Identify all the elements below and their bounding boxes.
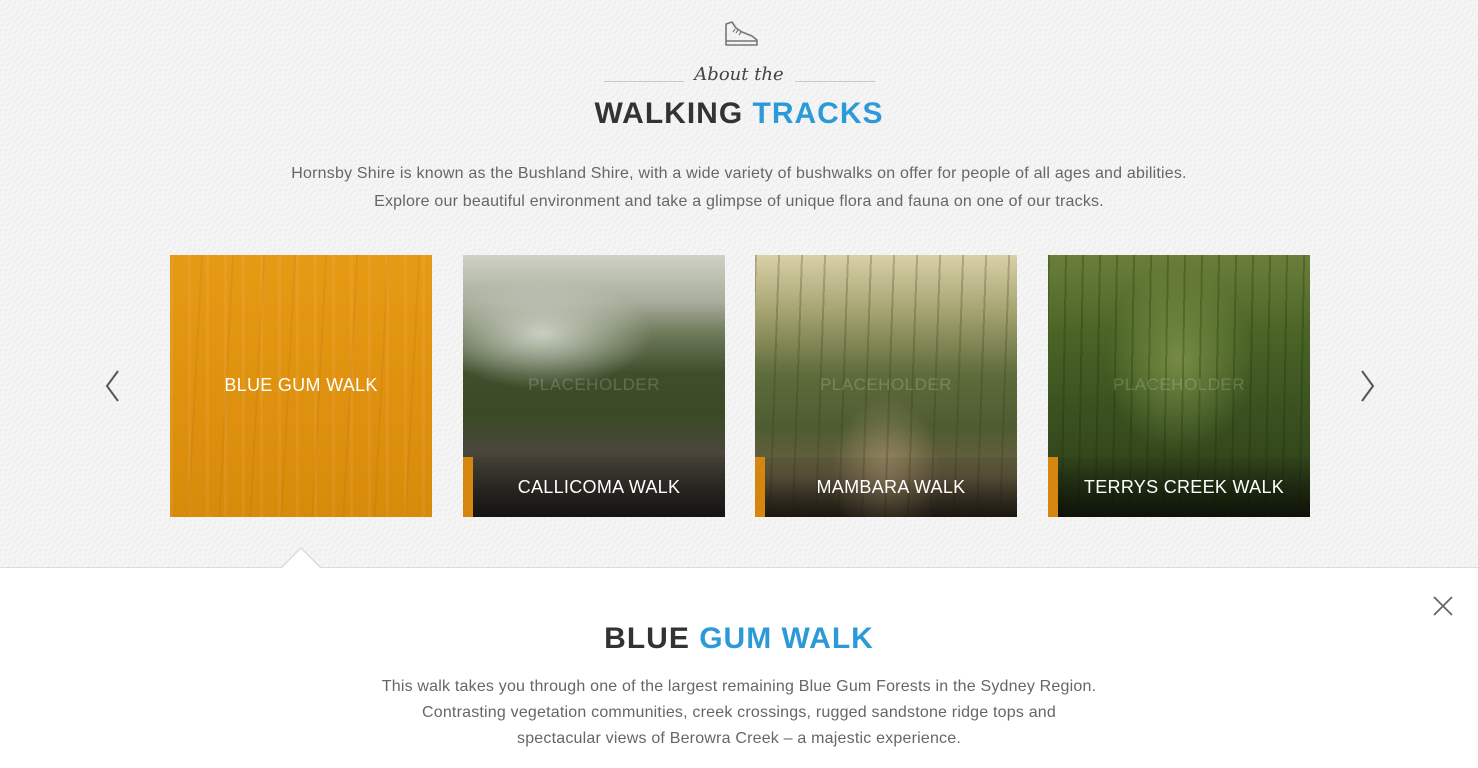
detail-line: spectacular views of Berowra Creek – a m…: [517, 730, 961, 747]
card-label: CALLICOMA WALK: [517, 477, 681, 497]
track-card-terrys-creek[interactable]: PLACEHOLDER TERRYS CREEK WALK: [1048, 255, 1310, 517]
detail-title: BLUE GUM WALK: [0, 622, 1478, 656]
card-label-accent: [1048, 457, 1058, 517]
card-label-accent: [463, 457, 473, 517]
track-detail-panel: BLUE GUM WALK This walk takes you throug…: [0, 567, 1478, 768]
section-title-accent: TRACKS: [752, 97, 884, 130]
track-card-mambara[interactable]: PLACEHOLDER MAMBARA WALK: [755, 255, 1017, 517]
detail-description: This walk takes you through one of the l…: [0, 674, 1478, 752]
chevron-right-icon[interactable]: [1352, 366, 1382, 406]
chevron-left-icon[interactable]: [98, 366, 128, 406]
track-card-callicoma[interactable]: PLACEHOLDER CALLICOMA WALK: [463, 255, 725, 517]
walking-tracks-section: About the WALKING TRACKS Hornsby Shire i…: [0, 0, 1478, 567]
detail-title-main: BLUE: [604, 622, 690, 655]
shoe-icon: [725, 21, 758, 46]
card-label: BLUE GUM WALK: [224, 375, 378, 395]
card-placeholder: PLACEHOLDER: [527, 375, 661, 394]
intro-line: Hornsby Shire is known as the Bushland S…: [291, 165, 1187, 182]
card-label-accent: [755, 457, 765, 517]
detail-line: This walk takes you through one of the l…: [381, 678, 1097, 695]
detail-pointer-fill: [282, 549, 320, 568]
detail-line: Contrasting vegetation communities, cree…: [421, 704, 1057, 721]
card-placeholder: PLACEHOLDER: [819, 375, 953, 394]
section-subtitle: About the: [694, 64, 784, 85]
section-intro: Hornsby Shire is known as the Bushland S…: [0, 160, 1478, 216]
card-label: MAMBARA WALK: [816, 477, 966, 497]
intro-line: Explore our beautiful environment and ta…: [374, 193, 1104, 210]
section-title-main: WALKING: [594, 97, 744, 130]
card-label: TERRYS CREEK WALK: [1083, 477, 1285, 497]
close-icon[interactable]: [1431, 594, 1455, 618]
detail-title-accent: GUM WALK: [699, 622, 874, 655]
track-card-blue-gum[interactable]: BLUE GUM WALK: [170, 255, 432, 517]
card-placeholder: PLACEHOLDER: [1112, 375, 1246, 394]
section-title: WALKING TRACKS: [0, 97, 1478, 131]
